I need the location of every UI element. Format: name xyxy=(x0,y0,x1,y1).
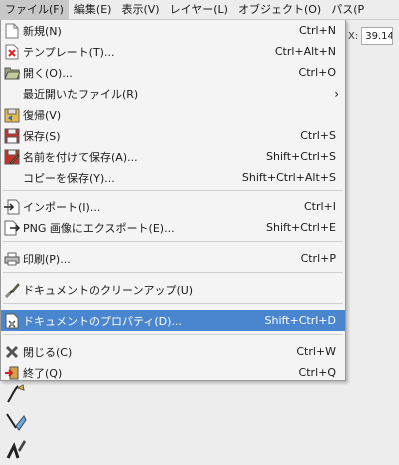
menu-item-cleanup[interactable]: ドキュメントのクリーンアップ(U) xyxy=(1,279,345,300)
chevron-right-icon: › xyxy=(334,86,339,101)
menu-item-recent[interactable]: 最近開いたファイル(R) › xyxy=(1,83,345,104)
save-icon xyxy=(3,128,21,144)
x-input[interactable]: 39.14 xyxy=(361,27,394,45)
file-menu: 新規(N) Ctrl+N テンプレート(T)... Ctrl+Alt+N 開く(… xyxy=(0,20,346,381)
menu-item-new[interactable]: 新規(N) Ctrl+N xyxy=(1,20,345,41)
calligraphy-tool-icon[interactable] xyxy=(4,438,28,462)
separator xyxy=(3,190,343,191)
menu-view[interactable]: 表示(V) xyxy=(116,0,164,20)
revert-icon xyxy=(3,107,21,123)
close-icon xyxy=(3,344,21,360)
menu-file[interactable]: ファイル(F) xyxy=(0,0,69,20)
menu-item-document-properties[interactable]: ドキュメントのプロパティ(D)... Shift+Ctrl+D xyxy=(1,310,345,331)
separator xyxy=(3,303,343,304)
menu-item-close[interactable]: 閉じる(C) Ctrl+W xyxy=(1,341,345,362)
save-as-icon xyxy=(3,149,21,165)
menu-item-export-png[interactable]: PNG 画像にエクスポート(E)... Shift+Ctrl+E xyxy=(1,217,345,238)
separator xyxy=(3,272,343,273)
menu-layer[interactable]: レイヤー(L) xyxy=(165,0,233,20)
import-icon xyxy=(3,199,21,215)
new-document-icon xyxy=(3,23,21,39)
menu-item-revert[interactable]: 復帰(V) xyxy=(1,104,345,125)
pen-tool-icon[interactable] xyxy=(4,410,28,434)
export-icon xyxy=(3,220,21,236)
template-icon xyxy=(3,44,21,60)
document-properties-icon xyxy=(3,313,21,329)
menu-edit[interactable]: 編集(E) xyxy=(69,0,117,20)
cleanup-icon xyxy=(3,282,21,298)
menu-item-save-copy[interactable]: コピーを保存(Y)... Shift+Ctrl+Alt+S xyxy=(1,167,345,188)
menubar: ファイル(F) 編集(E) 表示(V) レイヤー(L) オブジェクト(O) パス… xyxy=(0,0,399,20)
menu-item-open[interactable]: 開く(O)... Ctrl+O xyxy=(1,62,345,83)
separator xyxy=(3,334,343,335)
menu-item-import[interactable]: インポート(I)... Ctrl+I xyxy=(1,196,345,217)
menu-item-template[interactable]: テンプレート(T)... Ctrl+Alt+N xyxy=(1,41,345,62)
menu-item-save-as[interactable]: 名前を付けて保存(A)... Shift+Ctrl+S xyxy=(1,146,345,167)
menu-item-save[interactable]: 保存(S) Ctrl+S xyxy=(1,125,345,146)
menu-item-quit[interactable]: 終了(Q) Ctrl+Q xyxy=(1,362,345,383)
menu-item-print[interactable]: 印刷(P)... Ctrl+P xyxy=(1,248,345,269)
toolbox xyxy=(0,380,30,459)
x-coordinate: X: 39.14 xyxy=(348,26,399,46)
separator xyxy=(3,241,343,242)
x-label: X: xyxy=(348,30,359,42)
pencil-tool-icon[interactable] xyxy=(4,382,28,406)
open-folder-icon xyxy=(3,65,21,81)
menu-object[interactable]: オブジェクト(O) xyxy=(233,0,326,20)
menu-path[interactable]: パス(P xyxy=(326,0,369,20)
quit-icon xyxy=(3,365,21,381)
print-icon xyxy=(3,251,21,267)
